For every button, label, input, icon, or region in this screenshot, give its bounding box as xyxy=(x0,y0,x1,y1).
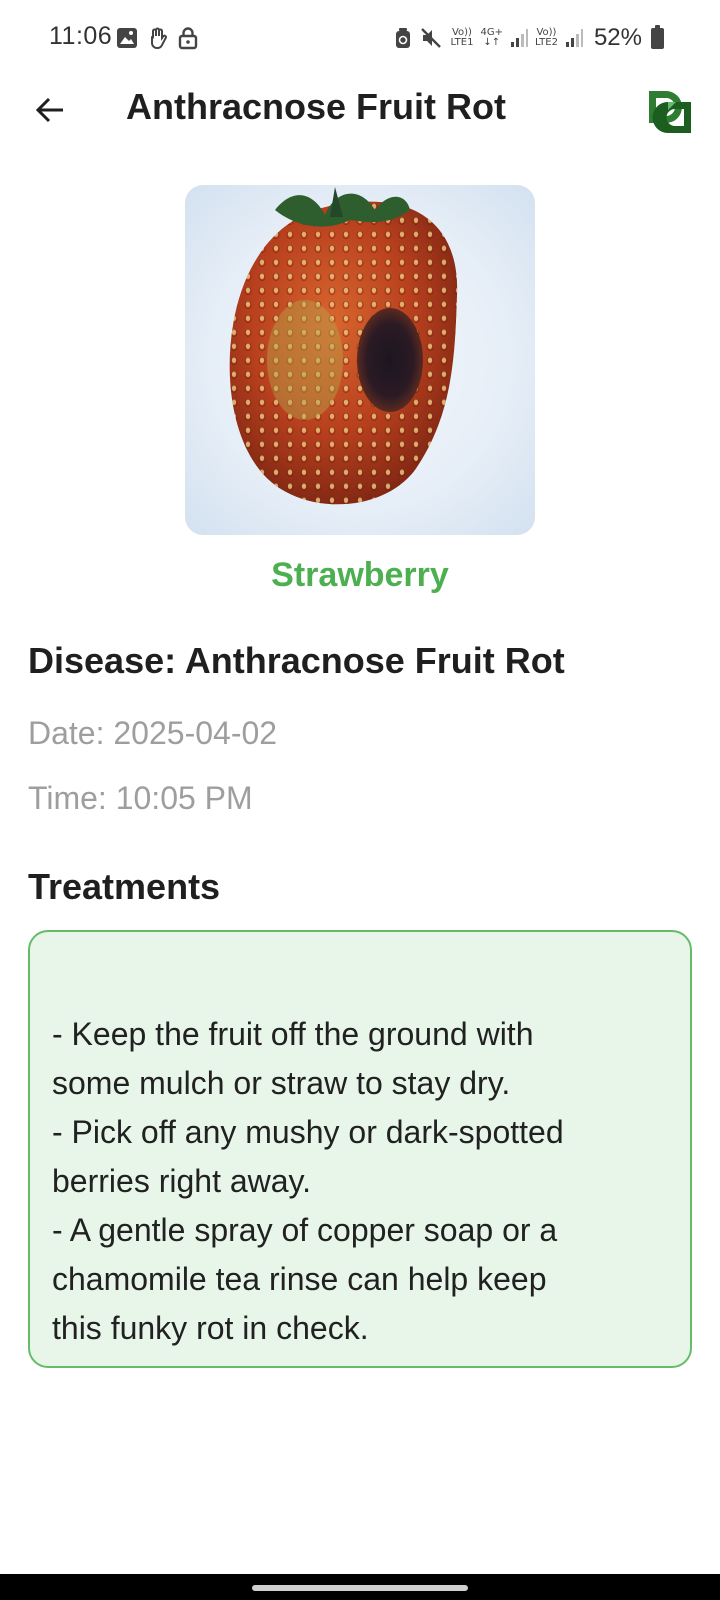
lte-2-label: LTE2 xyxy=(534,37,558,48)
mute-icon xyxy=(421,28,442,48)
status-bar: 11:06 Vo)) LTE1 4G+ ↓↑ Vo)) LTE2 52% xyxy=(0,0,720,80)
battery-percentage: 52% xyxy=(593,24,642,51)
treatment-line: - Keep the fruit off the ground with xyxy=(52,1016,534,1052)
network-type-indicator: 4G+ ↓↑ xyxy=(480,28,503,48)
data-arrows-icon: ↓↑ xyxy=(483,37,501,48)
home-gesture-handle[interactable] xyxy=(252,1585,468,1591)
treatment-line: this funky rot in check. xyxy=(52,1310,369,1346)
volte-2-indicator: Vo)) LTE2 xyxy=(535,28,558,48)
crop-name: Strawberry xyxy=(271,556,449,594)
back-button[interactable] xyxy=(28,88,72,132)
battery-icon xyxy=(651,24,664,49)
recycle-bin-icon xyxy=(396,28,411,48)
treatment-line: - Pick off any mushy or dark-spotted xyxy=(52,1114,564,1150)
lte-1-label: LTE1 xyxy=(450,37,474,48)
system-navigation-bar xyxy=(0,1574,720,1600)
app-logo-icon xyxy=(649,91,691,133)
volte-1-indicator: Vo)) LTE1 xyxy=(450,28,473,48)
status-system-icons: Vo)) LTE1 4G+ ↓↑ Vo)) LTE2 52% xyxy=(394,24,664,52)
treatment-line: chamomile tea rinse can help keep xyxy=(52,1261,547,1297)
treatment-line: some mulch or straw to stay dry. xyxy=(52,1065,511,1101)
scan-time: Time: 10:05 PM xyxy=(28,780,253,816)
treatments-heading: Treatments xyxy=(28,866,221,907)
arrow-back-icon xyxy=(35,97,63,123)
crop-disease-image xyxy=(185,185,535,535)
disease-name: Disease: Anthracnose Fruit Rot xyxy=(28,640,565,681)
gallery-icon xyxy=(117,28,137,48)
treatment-line: berries right away. xyxy=(52,1163,312,1199)
strawberry-photo xyxy=(229,187,458,505)
status-time: 11:06 xyxy=(49,22,113,50)
signal-2-icon xyxy=(565,29,583,47)
app-bar: Anthracnose Fruit Rot xyxy=(0,80,720,180)
lock-icon xyxy=(178,27,198,50)
treatments-card: - Keep the fruit off the ground with som… xyxy=(28,930,692,1368)
signal-1-icon xyxy=(510,29,528,47)
treatment-line: - A gentle spray of copper soap or a xyxy=(52,1212,558,1248)
page-title: Anthracnose Fruit Rot xyxy=(126,86,507,127)
gesture-hand-icon xyxy=(151,27,167,49)
scan-date: Date: 2025-04-02 xyxy=(28,715,278,751)
status-notification-icons xyxy=(116,26,198,50)
